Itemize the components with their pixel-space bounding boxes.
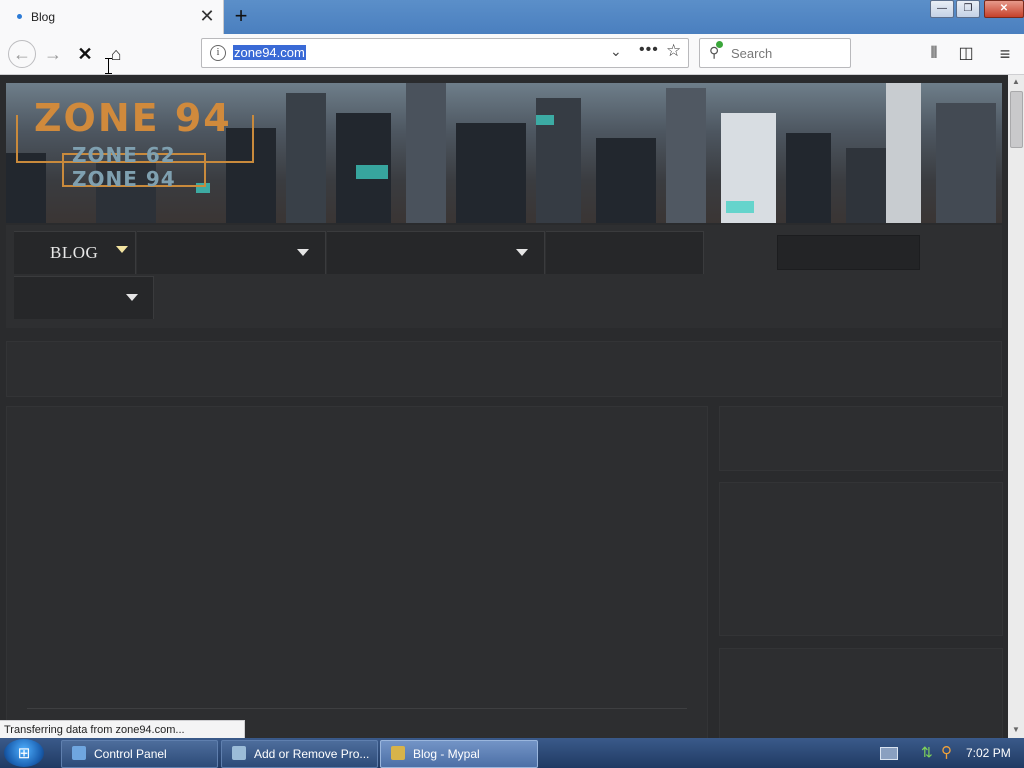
- sidebar-widget: [719, 406, 1003, 471]
- bookmark-star-icon[interactable]: ☆: [666, 41, 681, 61]
- system-clock[interactable]: 7:02 PM: [966, 746, 1011, 760]
- banner-building: [406, 83, 446, 223]
- chevron-down-icon: [116, 246, 128, 253]
- start-button[interactable]: ⊞: [4, 739, 44, 767]
- taskbar: ⊞ Control Panel Add or Remove Pro... Blo…: [0, 738, 1024, 768]
- menu-item-5[interactable]: [14, 276, 154, 319]
- chevron-down-icon: [516, 249, 528, 256]
- url-input[interactable]: zone94.com: [233, 45, 306, 60]
- tab-favicon-icon: [17, 14, 22, 19]
- banner-building: [786, 133, 831, 223]
- url-dropdown-icon[interactable]: ⌄: [610, 43, 622, 60]
- taskbar-item-control-panel[interactable]: Control Panel: [61, 740, 218, 768]
- site-navigation-menu: BLOG: [6, 225, 1002, 328]
- status-bar: Transferring data from zone94.com...: [0, 720, 245, 740]
- banner-building: [666, 88, 706, 223]
- window-minimize-button[interactable]: —: [930, 0, 954, 18]
- taskbar-item-add-remove-programs[interactable]: Add or Remove Pro...: [221, 740, 378, 768]
- tab-title: Blog: [31, 10, 56, 24]
- library-button[interactable]: ⫴: [922, 42, 946, 66]
- close-icon: ✕: [999, 3, 1009, 14]
- banner-sign: [726, 201, 754, 213]
- scrollbar-thumb[interactable]: [1010, 91, 1023, 148]
- window-close-button[interactable]: ✕: [984, 0, 1024, 18]
- banner-sign: [356, 165, 388, 179]
- site-search-input[interactable]: [777, 235, 920, 270]
- network-icon[interactable]: ⇅: [921, 744, 933, 761]
- search-engine-add-icon: [716, 41, 723, 48]
- taskbar-item-label: Control Panel: [94, 747, 167, 761]
- maximize-icon: ❐: [963, 3, 973, 14]
- taskbar-item-label: Add or Remove Pro...: [254, 747, 370, 761]
- banner-building: [6, 153, 46, 223]
- site-logo: ZONE 94: [34, 96, 232, 140]
- menu-item-label: BLOG: [50, 243, 99, 262]
- menu-item-2[interactable]: [137, 231, 326, 274]
- vertical-scrollbar[interactable]: ▲ ▼: [1008, 75, 1024, 738]
- banner-building: [456, 123, 526, 223]
- main-content-panel: [6, 406, 708, 738]
- site-banner[interactable]: ZONE 94 ZONE 62 ZONE 94: [6, 83, 1002, 223]
- sidebar-widget: [719, 482, 1003, 636]
- window-maximize-button[interactable]: ❐: [956, 0, 980, 18]
- content-strip: [6, 341, 1002, 397]
- banner-building: [886, 83, 921, 223]
- new-tab-button[interactable]: +: [230, 5, 252, 27]
- site-logo-subtitle: ZONE 62: [72, 143, 176, 167]
- text-cursor-icon: [105, 58, 112, 74]
- hamburger-menu-button[interactable]: ≡: [993, 42, 1017, 66]
- back-button[interactable]: ←: [8, 40, 36, 68]
- search-placeholder: Search: [731, 46, 773, 61]
- chevron-down-icon: [126, 294, 138, 301]
- stop-button[interactable]: ✕: [73, 42, 97, 66]
- sidebar-button[interactable]: ◫: [954, 42, 978, 66]
- menu-item-blog[interactable]: BLOG: [14, 231, 136, 274]
- taskbar-item-label: Blog - Mypal: [413, 747, 480, 761]
- menu-item-4[interactable]: [546, 231, 704, 274]
- tray-search-icon[interactable]: ⚲: [941, 743, 952, 761]
- windows-logo-icon: ⊞: [17, 745, 31, 762]
- tab-bar: Blog ✕ + — ❐ ✕: [0, 0, 1024, 34]
- banner-building: [286, 93, 326, 223]
- tab-close-icon[interactable]: ✕: [199, 7, 215, 25]
- search-input[interactable]: ⚲ Search: [699, 38, 851, 68]
- tab-blog[interactable]: Blog ✕: [0, 0, 224, 34]
- chevron-down-icon: [297, 249, 309, 256]
- scroll-up-icon[interactable]: ▲: [1008, 77, 1024, 86]
- minimize-icon: —: [937, 3, 947, 14]
- control-panel-icon: [72, 746, 86, 760]
- banner-sign: [536, 115, 554, 125]
- divider: [27, 708, 687, 709]
- page-viewport: ZONE 94 ZONE 62 ZONE 94 BLOG: [0, 75, 1008, 738]
- menu-item-3[interactable]: [327, 231, 545, 274]
- banner-building: [596, 138, 656, 223]
- page-actions-icon[interactable]: •••: [639, 41, 659, 59]
- mypal-browser-icon: [391, 746, 405, 760]
- scroll-down-icon[interactable]: ▼: [1008, 725, 1024, 734]
- keyboard-icon[interactable]: [880, 747, 898, 760]
- programs-icon: [232, 746, 246, 760]
- taskbar-item-blog-mypal[interactable]: Blog - Mypal: [380, 740, 538, 768]
- site-info-icon[interactable]: i: [210, 45, 226, 61]
- banner-building: [936, 103, 996, 223]
- site-logo-subtitle: ZONE 94: [72, 167, 176, 191]
- forward-button[interactable]: →: [41, 42, 65, 66]
- url-bar[interactable]: i zone94.com ⌄ ••• ☆: [201, 38, 689, 68]
- navigation-toolbar: ← → ✕ ⌂ i zone94.com ⌄ ••• ☆ ⚲ Search ⫴ …: [0, 34, 1024, 75]
- sidebar-widget: [719, 648, 1003, 738]
